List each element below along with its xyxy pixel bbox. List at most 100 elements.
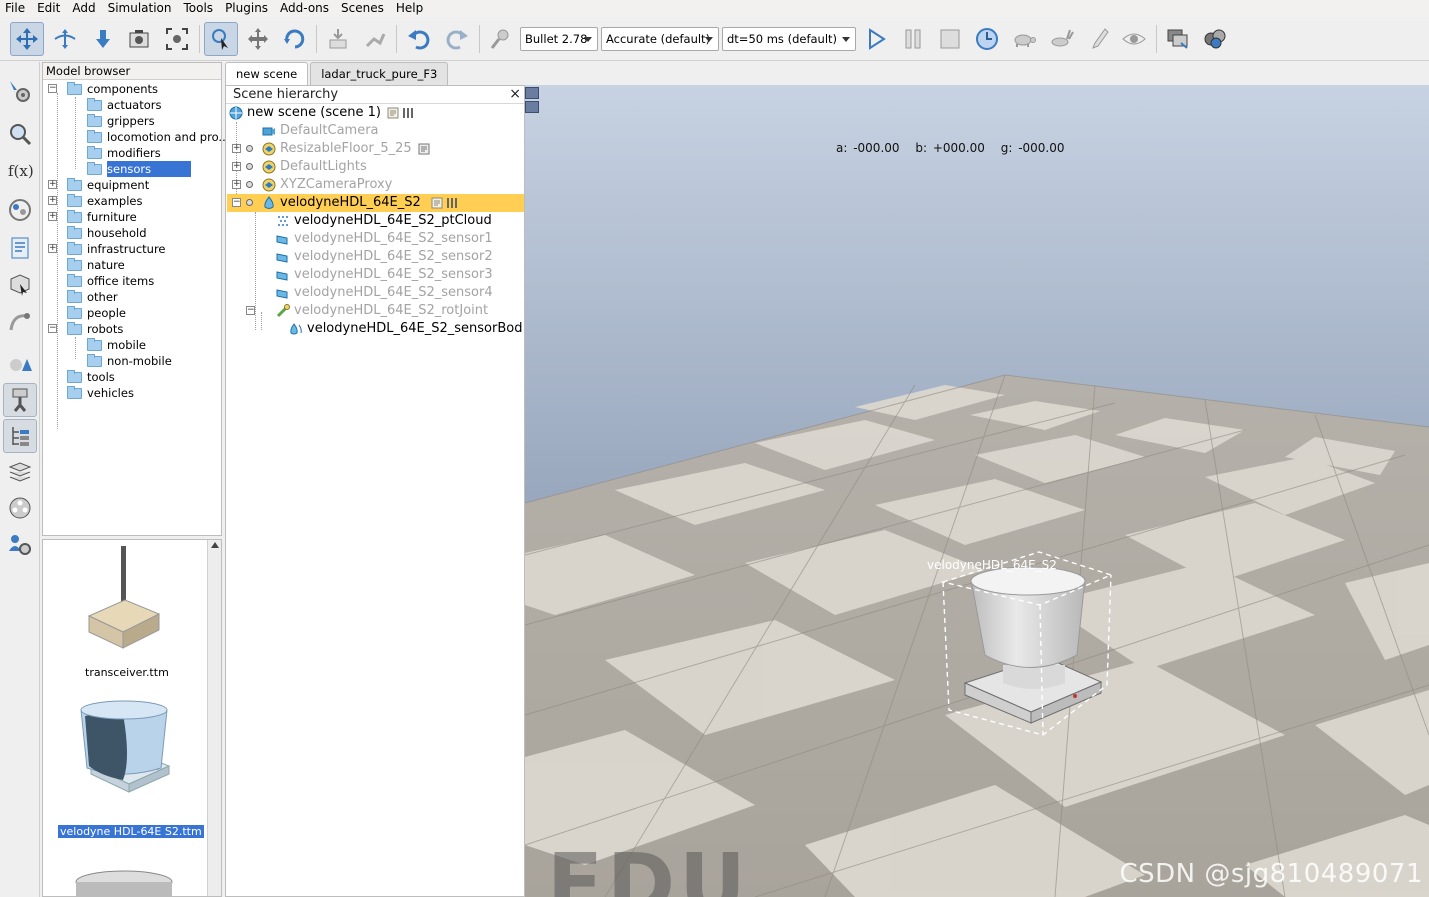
scene-selector-button[interactable] [1198, 22, 1232, 56]
model-visibility-dot[interactable] [246, 163, 253, 170]
tree-item-equipment[interactable]: equipment [67, 177, 149, 193]
tree-item-furniture[interactable]: furniture [67, 209, 137, 225]
expand-resizable-floor[interactable]: + [232, 144, 241, 153]
object-shift-button[interactable] [241, 22, 275, 56]
model-visibility-dot[interactable] [246, 145, 253, 152]
collections-button[interactable] [3, 193, 37, 227]
scene-root-row[interactable]: new scene (scene 1) [229, 104, 414, 122]
menu-simulation[interactable]: Simulation [103, 0, 177, 17]
scroll-up-icon[interactable] [211, 542, 219, 548]
tree-item-actuators[interactable]: actuators [87, 97, 161, 113]
shape-edit-button[interactable] [3, 267, 37, 301]
physics-engine-select[interactable]: Bullet 2.78 [520, 27, 598, 51]
tree-item-household[interactable]: household [67, 225, 147, 241]
thumbnail-caption-velodyne[interactable]: velodyne HDL-64E S2.ttm [58, 825, 204, 838]
simulation-settings-button[interactable] [3, 74, 37, 108]
tree-item-examples[interactable]: examples [67, 193, 143, 209]
tree-item-non-mobile[interactable]: non-mobile [87, 353, 172, 369]
collapse-rotjoint[interactable]: − [246, 306, 255, 315]
scene-item-velodyne-selected[interactable]: − velodyneHDL_64E_S2 [227, 194, 524, 212]
tree-item-grippers[interactable]: grippers [87, 113, 155, 129]
scene-item-default-lights[interactable]: DefaultLights [262, 158, 367, 176]
scene-item-sensor4[interactable]: velodyneHDL_64E_S2_sensor4 [276, 284, 493, 302]
expand-equipment[interactable]: + [48, 180, 57, 189]
tree-item-office-items[interactable]: office items [67, 273, 154, 289]
tab-ladar-truck[interactable]: ladar_truck_pure_F3 [310, 62, 449, 85]
pause-simulation-button[interactable] [896, 22, 930, 56]
menu-add[interactable]: Add [67, 0, 100, 17]
camera-pan-button[interactable] [10, 22, 44, 56]
expand-default-lights[interactable]: + [232, 162, 241, 171]
scene-item-resizable-floor[interactable]: ResizableFloor_5_25 [262, 140, 430, 158]
menu-file[interactable]: File [0, 0, 30, 17]
viewport-corner-handle[interactable] [525, 101, 539, 113]
thumbnails-scrollbar[interactable] [207, 540, 221, 896]
visualization-toggle-button[interactable] [1117, 22, 1151, 56]
expand-infrastructure[interactable]: + [48, 244, 57, 253]
expand-furniture[interactable]: + [48, 212, 57, 221]
scene-item-sensor-body[interactable]: velodyneHDL_64E_S2_sensorBod [289, 320, 522, 338]
expand-xyz-camera-proxy[interactable]: + [232, 180, 241, 189]
script-icon[interactable] [418, 143, 430, 155]
slow-down-button[interactable] [1007, 22, 1041, 56]
redo-button[interactable] [440, 22, 474, 56]
customization-script-icon[interactable] [446, 197, 458, 209]
layers-button[interactable] [3, 455, 37, 489]
path-edit-button[interactable] [3, 304, 37, 338]
fit-to-view-button[interactable] [160, 22, 194, 56]
camera-shift-button[interactable] [86, 22, 120, 56]
tree-item-vehicles[interactable]: vehicles [67, 385, 134, 401]
stop-simulation-button[interactable] [933, 22, 967, 56]
thread-rendering-button[interactable] [1081, 22, 1115, 56]
script-icon[interactable] [431, 197, 443, 209]
expand-examples[interactable]: + [48, 196, 57, 205]
script-icon[interactable] [387, 107, 399, 119]
scripts-button[interactable] [3, 231, 37, 265]
model-visibility-dot[interactable] [246, 199, 253, 206]
calculation-modules-button[interactable]: f(x) [3, 153, 37, 187]
tree-item-components[interactable]: components [67, 81, 158, 97]
menu-addons[interactable]: Add-ons [275, 0, 334, 17]
scene-object-properties-button[interactable] [3, 117, 37, 151]
verify-button[interactable] [484, 22, 518, 56]
collapse-velodyne[interactable]: − [232, 198, 241, 207]
speed-up-button[interactable] [1044, 22, 1078, 56]
tree-item-nature[interactable]: nature [67, 257, 125, 273]
start-simulation-button[interactable] [859, 22, 893, 56]
tree-item-tools[interactable]: tools [67, 369, 115, 385]
tree-item-modifiers[interactable]: modifiers [87, 145, 161, 161]
scene-item-sensor1[interactable]: velodyneHDL_64E_S2_sensor1 [276, 230, 493, 248]
collapse-components[interactable]: − [48, 84, 57, 93]
tree-item-mobile[interactable]: mobile [87, 337, 146, 353]
assemble-button[interactable] [321, 22, 355, 56]
scene-item-sensor2[interactable]: velodyneHDL_64E_S2_sensor2 [276, 248, 493, 266]
thumbnail-caption-transceiver[interactable]: transceiver.ttm [85, 666, 169, 679]
scene-item-sensor3[interactable]: velodyneHDL_64E_S2_sensor3 [276, 266, 493, 284]
scene-item-xyz-camera-proxy[interactable]: XYZCameraProxy [262, 176, 392, 194]
video-recorder-button[interactable] [3, 491, 37, 525]
close-icon[interactable]: × [509, 86, 521, 102]
menu-help[interactable]: Help [391, 0, 428, 17]
collapse-robots[interactable]: − [48, 324, 57, 333]
accuracy-select[interactable]: Accurate (default) [601, 27, 719, 51]
page-selector-button[interactable] [1161, 22, 1195, 56]
viewport-corner-handle[interactable] [525, 87, 539, 99]
user-settings-button[interactable] [3, 527, 37, 561]
menu-edit[interactable]: Edit [32, 0, 65, 17]
transfer-dna-button[interactable] [358, 22, 392, 56]
tree-item-robots[interactable]: robots [67, 321, 123, 337]
scene-hierarchy-toggle-button[interactable] [3, 419, 37, 453]
transceiver-thumbnail[interactable] [87, 546, 161, 649]
next-model-thumbnail[interactable] [75, 870, 173, 897]
undo-button[interactable] [402, 22, 436, 56]
click-select-button[interactable] [204, 22, 238, 56]
scene-item-ptcloud[interactable]: velodyneHDL_64E_S2_ptCloud [276, 212, 492, 230]
camera-angle-button[interactable] [122, 22, 156, 56]
tree-item-people[interactable]: people [67, 305, 126, 321]
camera-rotate-button[interactable] [48, 22, 82, 56]
tree-item-sensors[interactable]: sensors [87, 161, 192, 177]
selection-button[interactable] [3, 345, 37, 379]
menu-plugins[interactable]: Plugins [220, 0, 273, 17]
customization-script-icon[interactable] [402, 107, 414, 119]
object-rotate-button[interactable] [278, 22, 312, 56]
